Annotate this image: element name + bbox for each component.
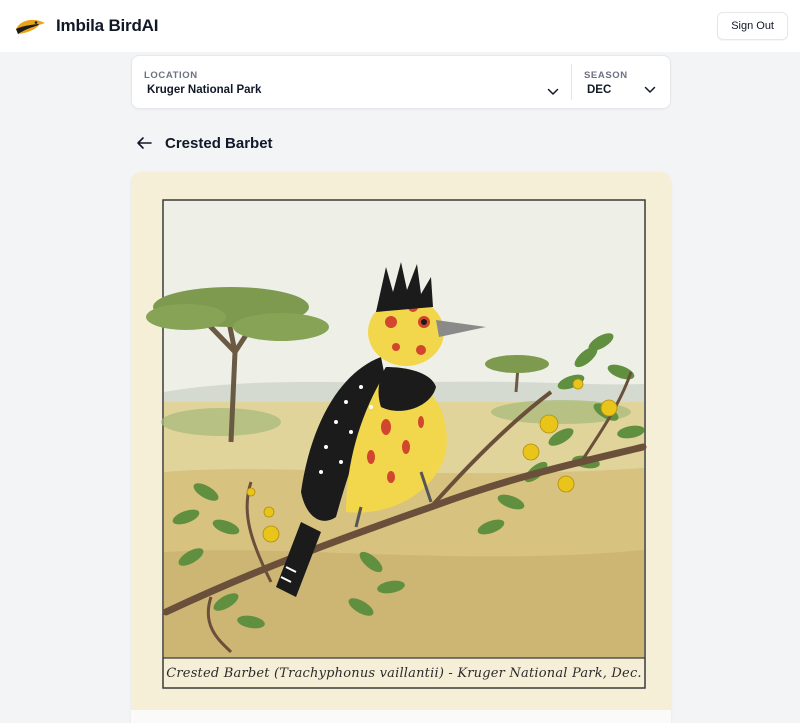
location-select[interactable]: LOCATION Kruger National Park <box>132 64 572 100</box>
page-title: Crested Barbet <box>165 134 273 152</box>
bird-logo-icon <box>14 15 46 37</box>
sign-out-button[interactable]: Sign Out <box>717 12 788 40</box>
bird-card: Crested Barbet (Trachyphonus vaillantii)… <box>131 172 671 723</box>
location-label: LOCATION <box>144 70 198 81</box>
season-label: SEASON <box>584 70 628 81</box>
chevron-down-icon <box>547 88 559 95</box>
back-arrow-icon[interactable] <box>135 136 153 150</box>
brand[interactable]: Imbila BirdAI <box>14 15 158 37</box>
location-value: Kruger National Park <box>147 84 262 96</box>
season-select[interactable]: SEASON DEC <box>572 56 670 108</box>
chevron-down-icon <box>644 86 656 93</box>
app-header: Imbila BirdAI Sign Out <box>0 0 800 52</box>
filter-bar: LOCATION Kruger National Park SEASON DEC <box>131 55 671 109</box>
app-title: Imbila BirdAI <box>56 16 159 35</box>
page-title-row: Crested Barbet <box>135 132 273 154</box>
bird-illustration <box>146 199 647 689</box>
illustration-caption: Crested Barbet (Trachyphonus vaillantii)… <box>166 665 642 681</box>
card-footer <box>131 710 671 723</box>
